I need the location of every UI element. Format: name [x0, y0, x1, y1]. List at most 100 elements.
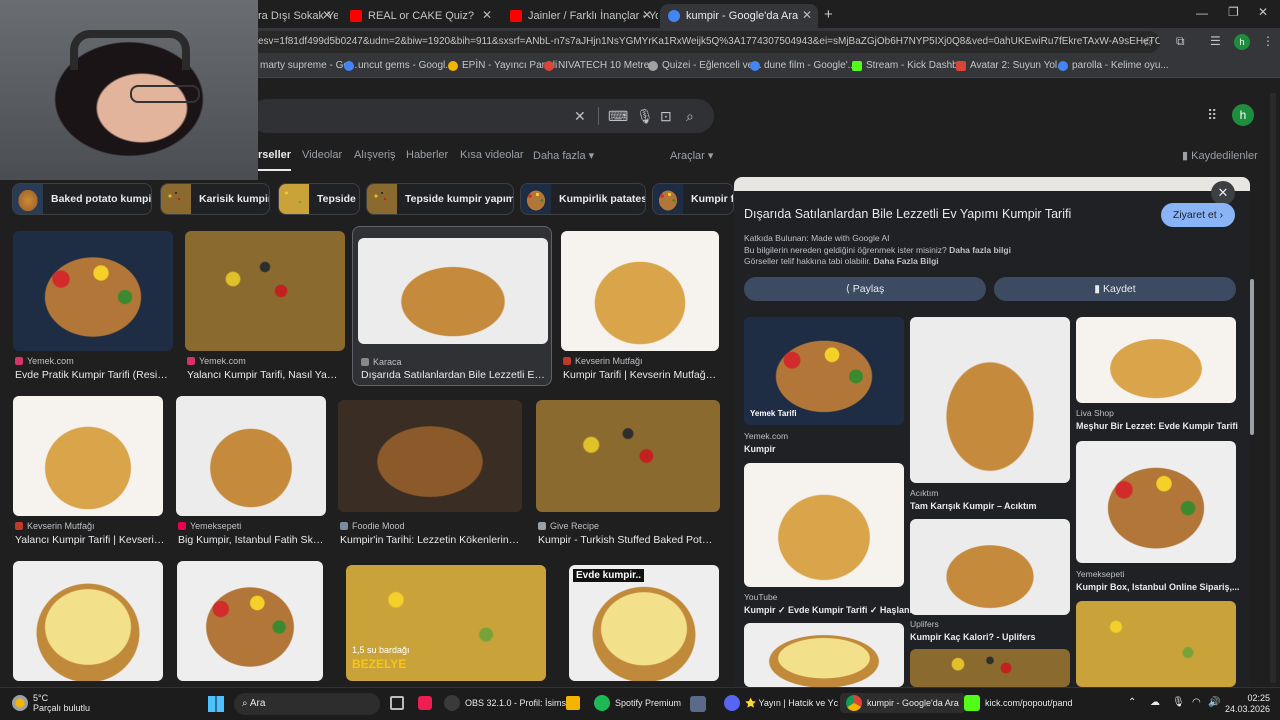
more-info-link[interactable]: Daha fazla bilgi	[949, 245, 1011, 255]
result-title[interactable]: Yalancı Kumpir Tarifi, Nasıl Yapılı...	[187, 369, 343, 381]
maximize-button[interactable]: ❐	[1228, 5, 1239, 19]
related-title[interactable]: Meşhur Bir Lezzet: Evde Kumpir Tarifi	[1076, 421, 1238, 431]
tab-short-videos[interactable]: Kısa videolar	[460, 149, 524, 161]
result-image[interactable]	[13, 561, 163, 681]
minimize-button[interactable]: —	[1196, 6, 1208, 20]
chip-tepside[interactable]: Tepside	[278, 183, 360, 215]
result-image[interactable]: Evde kumpir..	[569, 565, 719, 681]
related-image[interactable]	[910, 519, 1070, 615]
result-title[interactable]: Evde Pratik Kumpir Tarifi (Resimli...	[15, 369, 171, 381]
bookmark-item[interactable]: Avatar 2: Suyun Yol...	[956, 60, 1065, 71]
result-image[interactable]	[176, 396, 326, 516]
bookmark-item[interactable]: dune film - Google'...	[750, 60, 856, 71]
result-title[interactable]: Kumpir'in Tarihi: Lezzetin Kökenlerinde.…	[340, 534, 520, 546]
clear-icon[interactable]: ✕	[574, 108, 586, 125]
result-card[interactable]: Yemek.com Evde Pratik Kumpir Tarifi (Res…	[13, 231, 173, 381]
related-image[interactable]	[910, 649, 1070, 687]
close-icon[interactable]: ✕	[482, 8, 492, 22]
related-title[interactable]: Kumpir ✓ Evde Kumpir Tarifi ✓ Haşlanm...	[744, 605, 925, 616]
taskbar-app-kick[interactable]: kick.com/popout/pand	[964, 695, 1073, 711]
result-image[interactable]	[13, 396, 163, 516]
result-card-selected[interactable]: Karaca Dışarıda Satılanlardan Bile Lezze…	[352, 226, 552, 386]
tab-real-or-cake[interactable]: REAL or CAKE Quiz? ✕	[342, 4, 498, 28]
chip-kumpirlik-patates[interactable]: Kumpirlik patates	[520, 183, 646, 215]
related-title[interactable]: Tam Karışık Kumpir – Acıktım	[910, 501, 1037, 511]
tab-more[interactable]: Daha fazla ▾	[533, 149, 594, 162]
calculator-icon[interactable]	[566, 696, 580, 710]
related-title[interactable]: Kumpir	[744, 444, 776, 454]
microphone-icon[interactable]: 🎙	[1172, 697, 1185, 708]
result-card[interactable]: Foodie Mood Kumpir'in Tarihi: Lezzetin K…	[338, 400, 522, 546]
tab-images[interactable]: rseller	[258, 149, 292, 171]
weather-widget[interactable]: 5°C Parçalı bulutlu	[12, 693, 90, 713]
result-card[interactable]: Yemek.com Yalancı Kumpir Tarifi, Nasıl Y…	[185, 231, 345, 381]
task-view-icon[interactable]	[390, 696, 404, 710]
chevron-up-icon[interactable]: ⌃	[1128, 697, 1136, 708]
result-title[interactable]: Dışarıda Satılanlardan Bile Lezzetli Ev …	[361, 369, 547, 381]
volume-icon[interactable]: 🔊	[1208, 697, 1220, 708]
bookmark-item[interactable]: Stream - Kick Dashb...	[852, 60, 966, 71]
panel-scrollbar[interactable]	[1250, 279, 1254, 435]
result-image[interactable]	[561, 231, 719, 351]
close-window-button[interactable]: ✕	[1258, 5, 1268, 19]
result-card[interactable]: Kevserin Mutfağı Yalancı Kumpir Tarifi |…	[13, 396, 165, 546]
result-image[interactable]	[338, 400, 522, 512]
lens-icon[interactable]: ⊡	[660, 108, 672, 125]
chip-baked-potato[interactable]: Baked potato kumpir	[12, 183, 152, 215]
keyboard-icon[interactable]: ⌨	[608, 108, 628, 125]
result-image[interactable]	[536, 400, 720, 512]
related-image[interactable]	[910, 317, 1070, 483]
tiktok-icon[interactable]	[418, 696, 432, 710]
chip-kumpir-fiyat[interactable]: Kumpir fi	[652, 183, 734, 215]
close-icon[interactable]: ✕	[322, 8, 332, 22]
star-icon[interactable]: ☆	[1142, 34, 1154, 50]
bookmark-item[interactable]: uncut gems - Googl...	[344, 60, 454, 71]
search-icon[interactable]: ⌕	[686, 108, 694, 125]
related-title[interactable]: Kumpir Kaç Kalori? - Uplifers	[910, 632, 1036, 642]
panel-title[interactable]: Dışarıda Satılanlardan Bile Lezzetli Ev …	[744, 207, 1144, 221]
taskbar-app-chrome[interactable]: kumpir - Google'da Ara	[840, 693, 965, 713]
extensions-icon[interactable]: ⧉	[1176, 34, 1185, 49]
share-button[interactable]: ⟨ Paylaş	[744, 277, 986, 301]
saved-button[interactable]: ▮ Kaydedilenler	[1182, 149, 1258, 162]
bookmark-item[interactable]: marty supreme - Go...	[260, 60, 357, 71]
reading-list-icon[interactable]: ☰	[1210, 34, 1221, 48]
tab-jainler[interactable]: Jainler / Farklı İnançlar - YouTube✕	[502, 4, 658, 28]
result-card[interactable]: Kevserin Mutfağı Kumpir Tarifi | Kevseri…	[561, 231, 719, 381]
result-image[interactable]	[13, 231, 173, 351]
result-card[interactable]: Yemeksepeti Big Kumpir, Istanbul Fatih S…	[176, 396, 326, 546]
result-image[interactable]	[358, 238, 548, 344]
windows-start-icon[interactable]	[208, 696, 224, 712]
more-info-link[interactable]: Daha Fazla Bilgi	[873, 256, 938, 266]
result-title[interactable]: Big Kumpir, Istanbul Fatih Sk. ...	[178, 534, 324, 546]
result-card[interactable]: Give Recipe Kumpir - Turkish Stuffed Bak…	[536, 400, 720, 546]
tab-shopping[interactable]: Alışveriş	[354, 149, 396, 161]
clock[interactable]: 02:25 24.03.2026	[1222, 693, 1270, 715]
page-scrollbar[interactable]	[1270, 93, 1276, 683]
tools-button[interactable]: Araçlar ▾	[670, 149, 713, 162]
tab-news[interactable]: Haberler	[406, 149, 448, 161]
profile-avatar[interactable]: h	[1232, 104, 1254, 126]
save-button[interactable]: ▮ Kaydet	[994, 277, 1236, 301]
close-icon[interactable]: ✕	[802, 8, 812, 22]
tab-kumpir-search[interactable]: kumpir - Google'da Ara ✕	[660, 4, 818, 28]
result-image[interactable]	[185, 231, 345, 351]
related-title[interactable]: Kumpir Box, Istanbul Online Sipariş,...	[1076, 582, 1240, 592]
taskbar-search[interactable]: ⌕ Ara	[234, 693, 380, 715]
bookmark-item[interactable]: NIVATECH 10 Metre...	[544, 60, 658, 71]
app-icon[interactable]	[690, 696, 706, 712]
bookmark-item[interactable]: Quizei - Eğlenceli ve...	[648, 60, 762, 71]
chip-tepside-yapimi[interactable]: Tepside kumpir yapımı	[366, 183, 514, 215]
cloud-icon[interactable]: ☁	[1150, 697, 1160, 708]
result-title[interactable]: Yalancı Kumpir Tarifi | Kevserin...	[15, 534, 165, 546]
menu-icon[interactable]: ⋮	[1262, 34, 1274, 48]
related-image[interactable]	[1076, 441, 1236, 563]
taskbar-app-spotify[interactable]: Spotify Premium	[594, 695, 681, 711]
related-image[interactable]	[1076, 601, 1236, 687]
visit-button[interactable]: Ziyaret et ›	[1161, 203, 1235, 227]
result-image[interactable]	[177, 561, 323, 681]
result-image[interactable]: 1,5 su bardağı BEZELYE	[346, 565, 546, 681]
close-icon[interactable]: ✕	[642, 8, 652, 22]
apps-grid-icon[interactable]: ⠿	[1207, 107, 1217, 124]
related-image[interactable]	[744, 623, 904, 687]
